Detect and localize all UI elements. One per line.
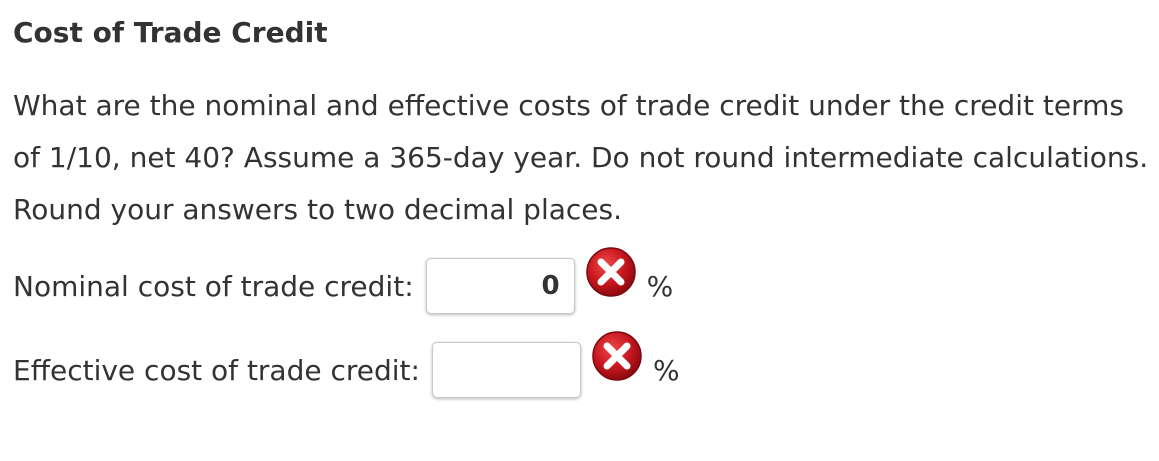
effective-cost-label: Effective cost of trade credit: xyxy=(13,353,420,387)
effective-cost-row: Effective cost of trade credit: % xyxy=(13,331,680,398)
incorrect-x-icon xyxy=(592,331,642,381)
problem-title: Cost of Trade Credit xyxy=(13,16,328,49)
nominal-percent-unit: % xyxy=(646,269,674,303)
effective-percent-unit: % xyxy=(652,353,680,387)
nominal-cost-label: Nominal cost of trade credit: xyxy=(13,269,414,303)
nominal-cost-input[interactable] xyxy=(425,258,575,314)
effective-cost-input[interactable] xyxy=(431,342,581,398)
incorrect-x-icon xyxy=(585,247,636,297)
question-text: What are the nominal and effective costs… xyxy=(13,89,1149,226)
nominal-cost-row: Nominal cost of trade credit: % xyxy=(13,247,674,314)
